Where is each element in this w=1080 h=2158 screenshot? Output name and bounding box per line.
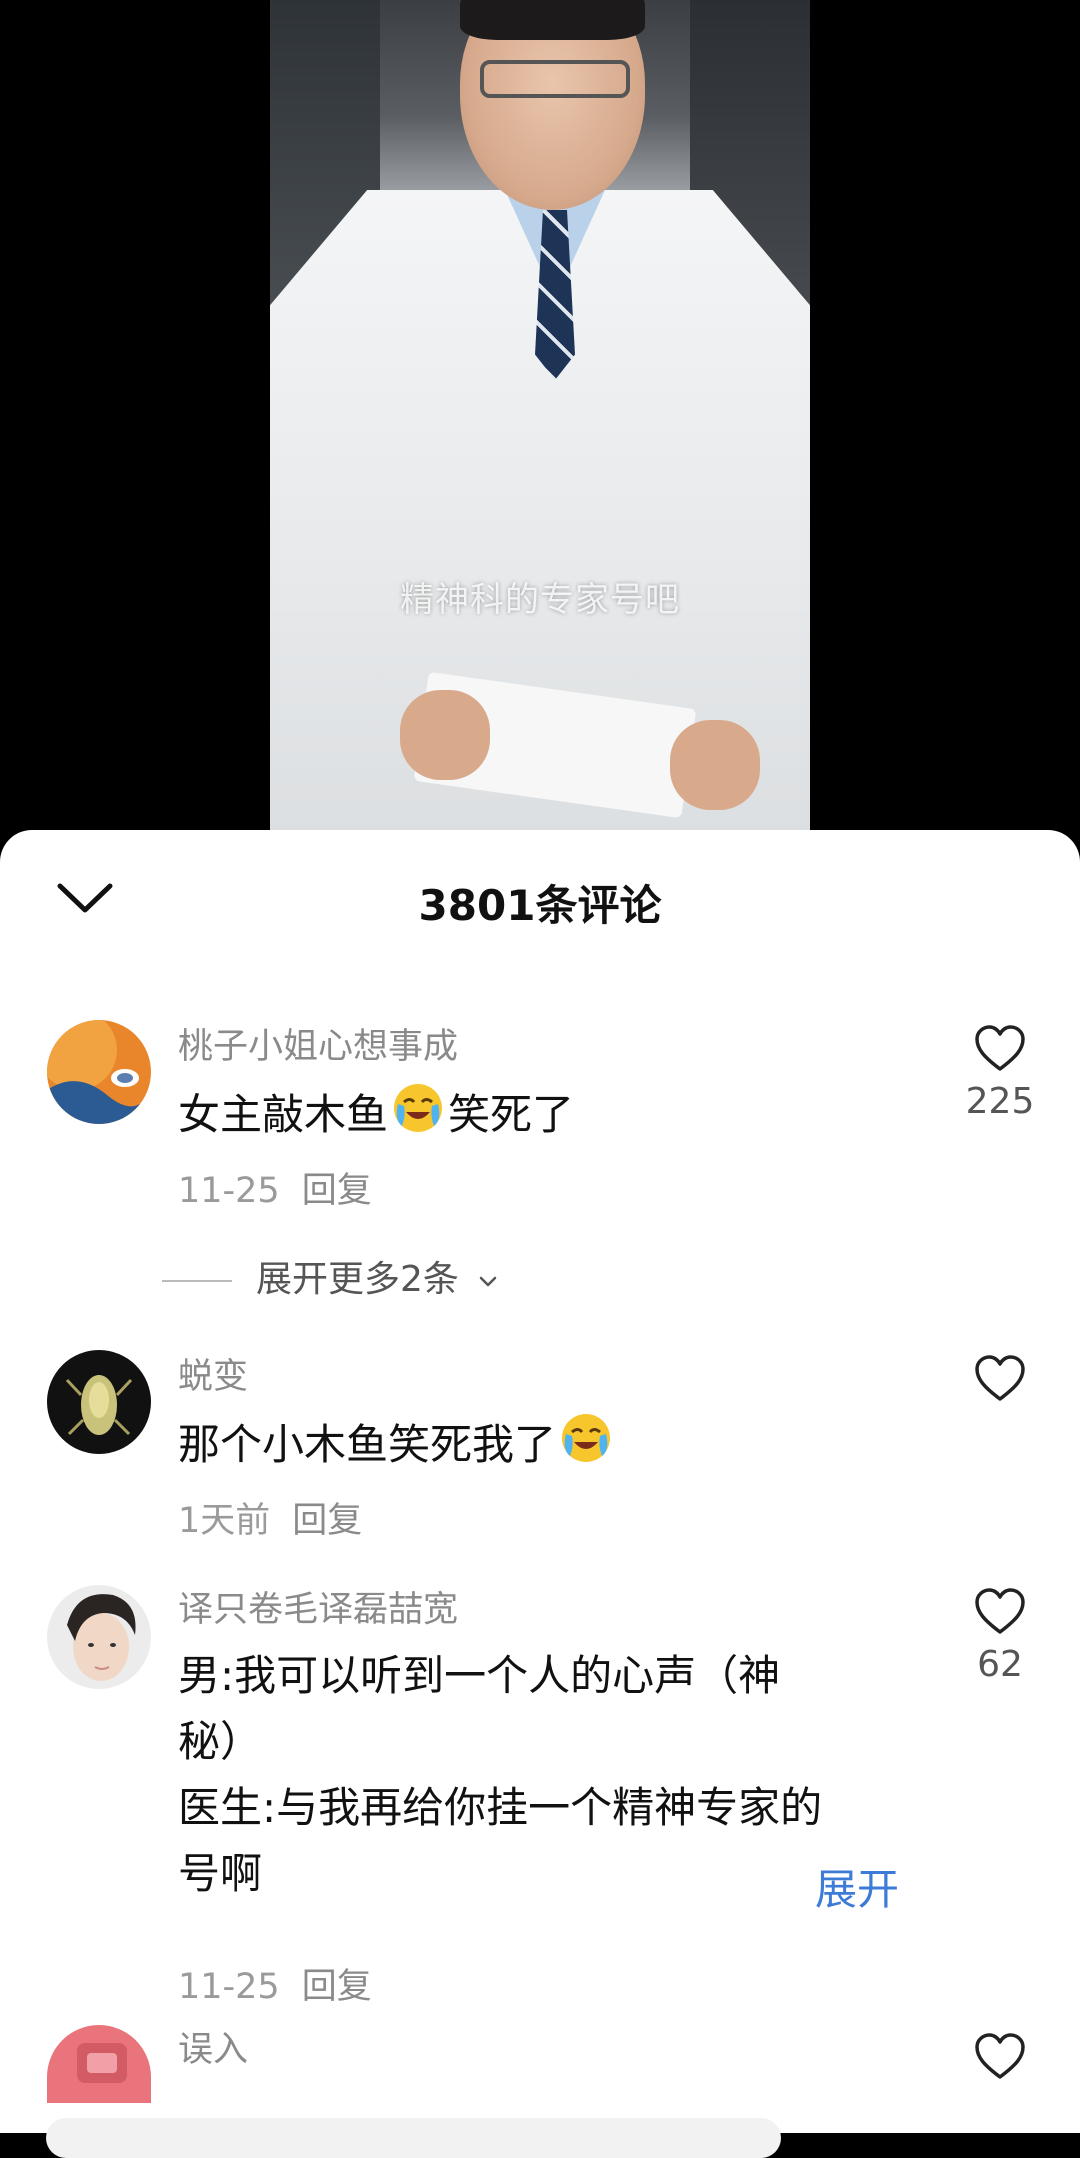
avatar[interactable] xyxy=(47,1585,151,1689)
crying-laughing-emoji-icon xyxy=(558,1410,614,1485)
avatar[interactable] xyxy=(47,1020,151,1124)
avatar-image xyxy=(47,1585,151,1689)
heart-icon xyxy=(975,1588,1025,1634)
avatar-image xyxy=(47,1020,151,1124)
like-count: 62 xyxy=(977,1644,1023,1685)
comment-meta: 11-25 回复 xyxy=(178,1958,372,2009)
comment-text: 那个小木鱼笑死我了 xyxy=(178,1410,898,1485)
like-button[interactable]: 225 xyxy=(960,1025,1040,1122)
comment-text-line: 秘） xyxy=(178,1717,263,1766)
panel-header: 3801条评论 xyxy=(0,830,1080,960)
heart-icon xyxy=(975,2033,1025,2079)
hand-right xyxy=(670,720,760,810)
comment-text: 女主敲木鱼 笑死了 xyxy=(178,1080,898,1155)
comment-input-bar[interactable] xyxy=(46,2118,781,2158)
reply-button[interactable]: 回复 xyxy=(302,1171,372,1211)
hand-left xyxy=(400,690,490,780)
comment-text-line: 医生:与我再给你挂一个精神专家的 xyxy=(178,1783,823,1832)
chevron-down-icon xyxy=(480,1276,497,1287)
comment-author[interactable]: 译只卷毛译磊喆宽 xyxy=(178,1581,458,1632)
avatar[interactable] xyxy=(47,1350,151,1454)
comment-author[interactable]: 误入 xyxy=(178,2021,248,2072)
comment-date: 11-25 xyxy=(178,1171,280,1211)
reply-button[interactable]: 回复 xyxy=(302,1967,372,2007)
like-button[interactable] xyxy=(960,1355,1040,1411)
like-button[interactable] xyxy=(960,2033,1040,2081)
video-frame xyxy=(270,0,810,830)
crying-laughing-emoji-icon xyxy=(390,1080,446,1155)
comment-author[interactable]: 桃子小姐心想事成 xyxy=(178,1018,458,1069)
comment-date: 11-25 xyxy=(178,1967,280,2007)
comment-meta: 1天前 回复 xyxy=(178,1492,362,1543)
like-count: 225 xyxy=(965,1081,1035,1122)
comment-meta: 11-25 回复 xyxy=(178,1162,372,1213)
comment-text-line: 号啊 xyxy=(178,1849,263,1898)
comment-count-title: 3801条评论 xyxy=(418,881,662,930)
doctor-glasses xyxy=(480,60,630,98)
heart-icon xyxy=(975,1355,1025,1401)
expand-more-label: 展开更多2条 xyxy=(256,1259,459,1300)
comment-text: 男:我可以听到一个人的心声（神 秘） 医生:与我再给你挂一个精神专家的 号啊 xyxy=(178,1643,898,1907)
heart-icon xyxy=(975,1025,1025,1071)
comment-text-part: 女主敲木鱼 xyxy=(178,1090,389,1139)
divider-line xyxy=(162,1280,232,1282)
expand-more-replies[interactable]: 展开更多2条 xyxy=(162,1250,500,1302)
avatar-image xyxy=(47,1350,151,1454)
reply-button[interactable]: 回复 xyxy=(292,1501,362,1541)
comment-date: 1天前 xyxy=(178,1501,271,1541)
video-subtitle: 精神科的专家号吧 xyxy=(400,580,680,620)
comment-text-part: 那个小木鱼笑死我了 xyxy=(178,1420,557,1469)
comment-text-line: 男:我可以听到一个人的心声（神 xyxy=(178,1651,781,1700)
like-button[interactable]: 62 xyxy=(960,1588,1040,1685)
comment-text-part: 笑死了 xyxy=(448,1090,575,1139)
comment-author[interactable]: 蜕变 xyxy=(178,1348,248,1399)
video-player[interactable]: 精神科的专家号吧 xyxy=(0,0,1080,860)
expand-comment-link[interactable]: 展开 xyxy=(815,1856,899,1917)
doctor-hair xyxy=(460,0,645,40)
